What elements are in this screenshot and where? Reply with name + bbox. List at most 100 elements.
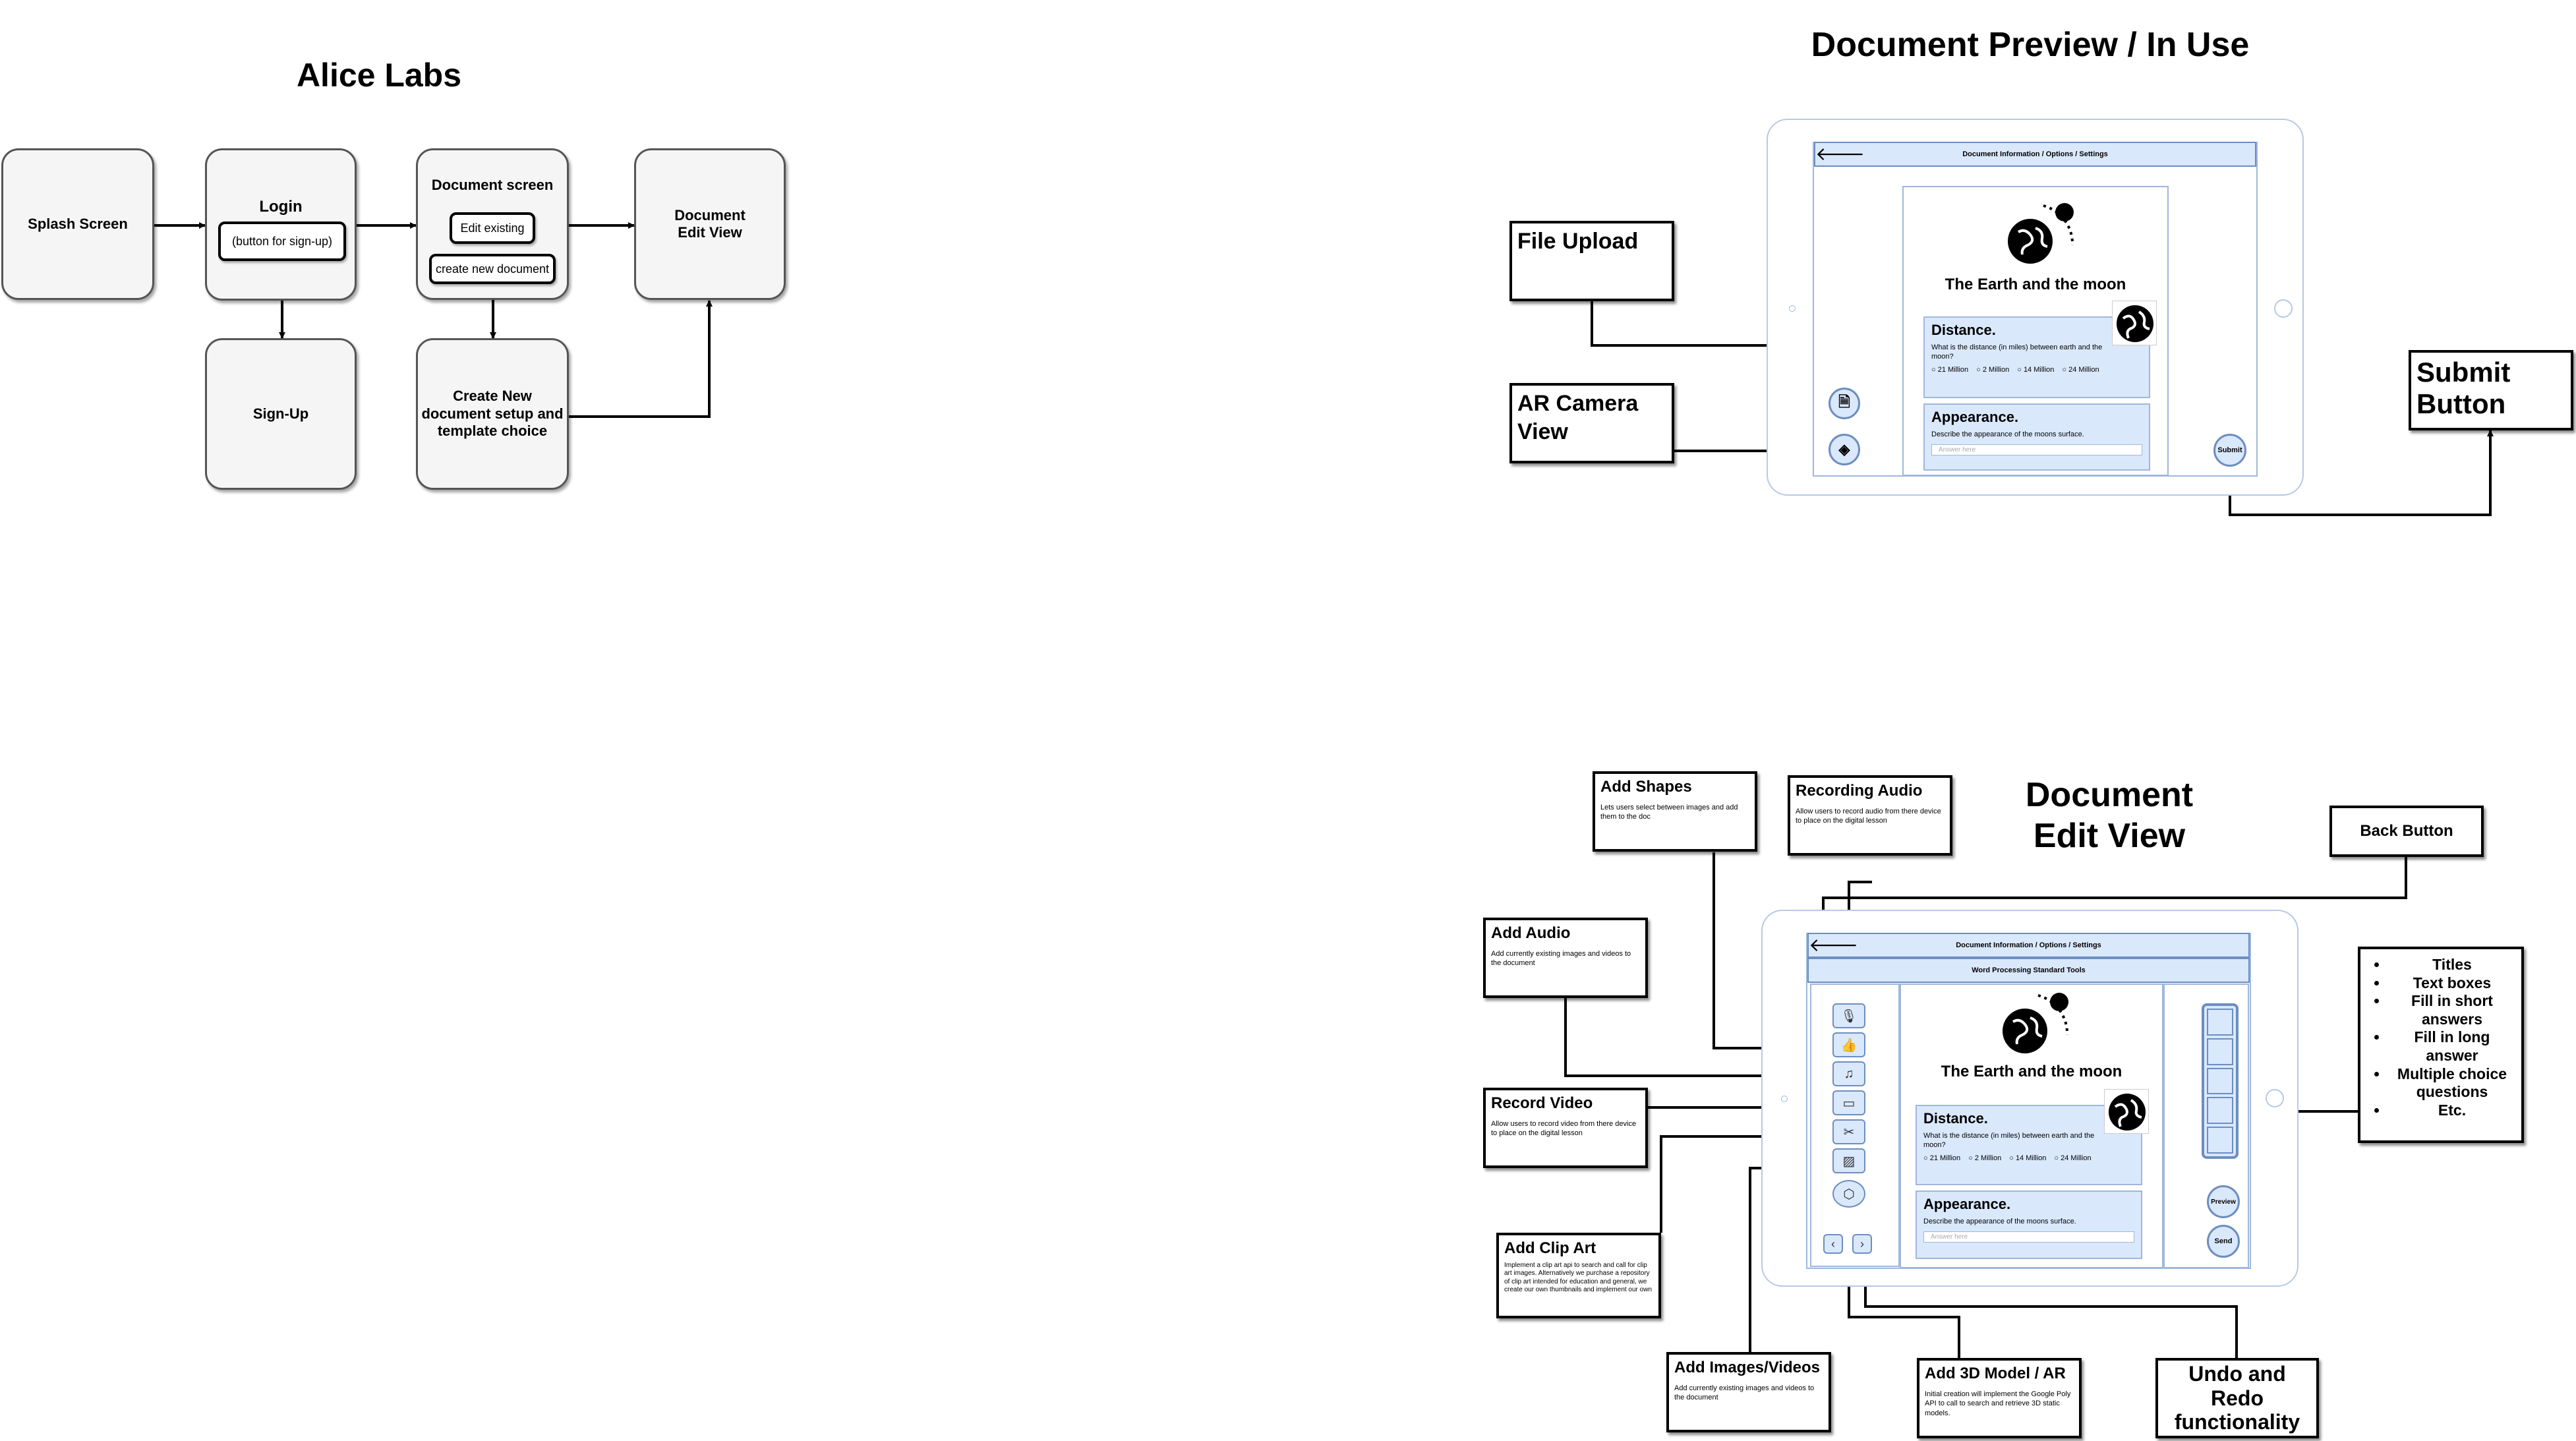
setup-label-3: template choice [437, 423, 548, 440]
option-radio[interactable]: ○ 24 Million [2062, 366, 2099, 374]
preview-home-button[interactable] [2274, 299, 2293, 318]
globe-icon [2104, 1089, 2149, 1134]
image-icon[interactable]: ▨ [1832, 1148, 1865, 1173]
tools-list-callout: Titles Text boxes Fill in short answers … [2358, 947, 2524, 1143]
ar-camera-label-1: AR Camera [1517, 391, 1639, 416]
ar-camera-icon[interactable]: ◈ [1829, 434, 1860, 465]
edit-top-bar[interactable]: Document Information / Options / Setting… [1807, 933, 2250, 958]
distance-options: ○ 21 Million ○ 2 Million ○ 14 Million ○ … [1923, 1154, 2134, 1162]
submit-label-1: Submit [2416, 357, 2511, 388]
edit-home-button[interactable] [2266, 1089, 2284, 1107]
word-tools-bar[interactable]: Word Processing Standard Tools [1807, 958, 2250, 983]
ar-camera-callout: AR Camera View [1509, 383, 1674, 463]
element-slot[interactable] [2207, 1127, 2233, 1154]
preview-button[interactable]: Preview [2207, 1185, 2240, 1218]
thumbs-up-icon[interactable]: 👍 [1832, 1032, 1865, 1057]
chevron-left-icon[interactable]: ‹ [1823, 1234, 1843, 1254]
submit-button[interactable]: Submit [2213, 434, 2246, 467]
preview-top-bar[interactable]: Document Information / Options / Setting… [1814, 142, 2256, 167]
create-new-document-button[interactable]: create new document [429, 254, 556, 284]
option-radio[interactable]: ○ 14 Million [2017, 366, 2054, 374]
file-upload-label: File Upload [1517, 229, 1639, 254]
cube-3d-icon[interactable]: ⬡ [1832, 1180, 1865, 1208]
edit-existing-button[interactable]: Edit existing [450, 212, 535, 244]
preview-appearance-card: Appearance. Describe the appearance of t… [1923, 403, 2150, 471]
option-radio[interactable]: ○ 14 Million [2009, 1154, 2046, 1162]
add-images-videos-callout: Add Images/Videos Add currently existing… [1666, 1352, 1831, 1432]
appearance-title: Appearance. [1931, 409, 2019, 425]
add-shapes-title: Add Shapes [1600, 778, 1692, 796]
list-item: Etc. [2388, 1102, 2516, 1120]
add-3d-model-desc: Initial creation will implement the Goog… [1925, 1390, 2071, 1418]
option-radio[interactable]: ○ 21 Million [1931, 366, 1968, 374]
chevron-right-icon[interactable]: › [1852, 1234, 1872, 1254]
element-slot[interactable] [2207, 1097, 2233, 1125]
add-audio-title: Add Audio [1491, 924, 1571, 942]
back-arrow-icon[interactable]: 🡐 [1815, 143, 1865, 165]
login-label: Login [259, 198, 303, 216]
appearance-question: Describe the appearance of the moons sur… [1923, 1218, 2076, 1225]
back-button-label: Back Button [2360, 822, 2453, 840]
preview-camera-dot [1789, 305, 1796, 312]
flowchart-title: Alice Labs [296, 57, 462, 94]
add-clip-art-desc: Implement a clip art api to search and c… [1504, 1261, 1653, 1294]
distance-title: Distance. [1923, 1110, 1988, 1127]
undo-redo-callout: Undo and Redo functionality [2155, 1358, 2319, 1438]
music-note-icon[interactable]: ♫ [1832, 1061, 1865, 1086]
submit-callout: Submit Button [2409, 350, 2573, 430]
appearance-title: Appearance. [1923, 1196, 2011, 1212]
submit-label-2: Button [2416, 388, 2506, 420]
edit-lesson-title: The Earth and the moon [1941, 1063, 2122, 1080]
distance-title: Distance. [1931, 322, 1996, 338]
undo-redo-label-2: functionality [2174, 1410, 2300, 1434]
record-video-title: Record Video [1491, 1094, 1593, 1112]
preview-title: Document Preview / In Use [1811, 26, 2250, 64]
list-item: Fill in long answer [2388, 1028, 2516, 1065]
recording-audio-callout: Recording Audio Allow users to record au… [1788, 775, 1952, 856]
edit-view-label-2: Edit View [678, 224, 742, 241]
element-slot[interactable] [2207, 1038, 2233, 1065]
edit-appearance-card[interactable]: Appearance. Describe the appearance of t… [1916, 1191, 2142, 1259]
element-slots [2202, 1003, 2239, 1159]
preview-lesson-title: The Earth and the moon [1945, 276, 2126, 293]
appearance-question: Describe the appearance of the moons sur… [1931, 430, 2084, 438]
distance-question: What is the distance (in miles) between … [1931, 343, 2103, 361]
video-camera-icon[interactable]: ▭ [1832, 1090, 1865, 1115]
splash-screen-node: Splash Screen [1, 148, 154, 300]
recording-audio-desc: Allow users to record audio from there d… [1796, 807, 1941, 825]
signup-node: Sign-Up [205, 338, 357, 490]
splash-screen-label: Splash Screen [28, 215, 128, 232]
add-clip-art-title: Add Clip Art [1504, 1239, 1596, 1257]
arrow-setup-to-edit-view [569, 300, 713, 418]
add-audio-desc: Add currently existing images and videos… [1491, 949, 1631, 968]
clip-art-icon[interactable]: ✂ [1832, 1119, 1865, 1144]
record-video-callout: Record Video Allow users to record video… [1483, 1088, 1648, 1168]
add-audio-callout: Add Audio Add currently existing images … [1483, 918, 1648, 998]
earth-moon-icon [2004, 199, 2076, 270]
document-screen-label: Document screen [431, 177, 554, 193]
canvas: Alice Labs Splash Screen Login (button f… [0, 0, 2576, 1441]
distance-question: What is the distance (in miles) between … [1923, 1132, 2095, 1150]
microphone-icon[interactable]: 🎙 [1832, 1003, 1865, 1028]
file-upload-icon[interactable]: 🗎 [1829, 388, 1860, 419]
element-slot[interactable] [2207, 1067, 2233, 1095]
element-slot[interactable] [2207, 1009, 2233, 1036]
answer-input[interactable]: Answer here [1923, 1231, 2134, 1243]
back-arrow-icon[interactable]: 🡐 [1809, 934, 1858, 956]
add-images-videos-desc: Add currently existing images and videos… [1674, 1384, 1815, 1402]
option-radio[interactable]: ○ 2 Million [1976, 366, 2009, 374]
option-radio[interactable]: ○ 24 Million [2054, 1154, 2091, 1162]
edit-camera-dot [1781, 1096, 1788, 1102]
edit-view-title-2: Edit View [2033, 817, 2186, 856]
list-item: Multiple choice questions [2388, 1065, 2516, 1102]
list-item: Fill in short answers [2388, 992, 2516, 1028]
option-radio[interactable]: ○ 21 Million [1923, 1154, 1960, 1162]
signup-button[interactable]: (button for sign-up) [218, 221, 346, 261]
option-radio[interactable]: ○ 2 Million [1968, 1154, 2001, 1162]
back-button-callout: Back Button [2329, 806, 2484, 857]
answer-input[interactable]: Answer here [1931, 444, 2142, 456]
send-button[interactable]: Send [2207, 1225, 2240, 1258]
ar-camera-label-2: View [1517, 419, 1568, 444]
add-3d-model-callout: Add 3D Model / AR Initial creation will … [1917, 1358, 2082, 1438]
edit-view-label-1: Document [674, 206, 746, 223]
